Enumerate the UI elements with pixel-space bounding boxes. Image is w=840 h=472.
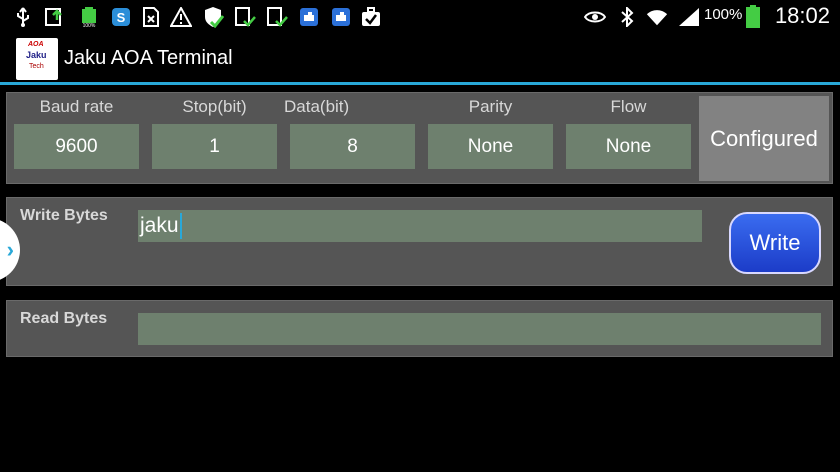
action-bar-divider [0, 82, 840, 85]
config-panel: Baud rate 9600 Stop(bit) 1 Data(bit) 8 P… [6, 92, 833, 184]
parity-field[interactable]: None [428, 124, 553, 169]
logo-text-aoa: AOA [28, 41, 44, 48]
baud-rate-field[interactable]: 9600 [14, 124, 139, 169]
text-cursor [179, 213, 182, 240]
battery-full-small-icon: 100% [78, 6, 100, 28]
clock: 18:02 [774, 3, 830, 28]
read-panel: Read Bytes [6, 300, 833, 357]
sim-card-icon [140, 6, 162, 28]
warning-icon [170, 6, 192, 28]
wifi-icon [646, 6, 668, 28]
baud-rate-label: Baud rate [39, 97, 114, 116]
write-bytes-label: Write Bytes [20, 207, 108, 224]
configured-button[interactable]: Configured [699, 96, 829, 181]
signal-icon [678, 6, 700, 28]
parity-label: Parity [468, 97, 513, 116]
chevron-right-icon: › [6, 237, 14, 262]
skype-icon: S [110, 6, 132, 28]
puzzle-icon [298, 6, 320, 28]
data-bit-label: Data(bit) [284, 97, 350, 116]
svg-text:100%: 100% [83, 23, 96, 28]
battery-percent: 100% [704, 6, 743, 23]
logo-text-tech: Tech [29, 63, 44, 70]
read-bytes-label: Read Bytes [20, 310, 108, 327]
read-bytes-output[interactable] [138, 313, 821, 345]
action-bar: AOA Jaku Tech Jaku AOA Terminal [0, 34, 840, 82]
app-title: Jaku AOA Terminal [64, 47, 233, 69]
write-button[interactable]: Write [729, 212, 821, 274]
stop-bit-field[interactable]: 1 [152, 124, 277, 169]
flow-label: Flow [610, 97, 647, 116]
bluetooth-icon [616, 6, 638, 28]
stop-bit-label: Stop(bit) [182, 97, 247, 116]
puzzle-icon [330, 6, 352, 28]
shield-check-icon [202, 6, 224, 28]
write-bytes-value: jaku [140, 214, 179, 237]
clipboard-check-icon [234, 6, 256, 28]
data-bit-field[interactable]: 8 [290, 124, 415, 169]
write-bytes-input[interactable]: jaku [138, 210, 702, 242]
battery-icon [742, 5, 764, 28]
clipboard-check-icon [266, 6, 288, 28]
eye-icon [584, 6, 606, 28]
app-logo[interactable]: AOA Jaku Tech [16, 38, 58, 80]
logo-text-jaku: Jaku [26, 50, 47, 60]
upload-icon [44, 6, 66, 28]
flow-field[interactable]: None [566, 124, 691, 169]
usb-icon [12, 6, 34, 28]
status-bar: 100% S 100% 18:02 [0, 0, 840, 34]
write-panel: Write Bytes jaku Write [6, 197, 833, 286]
svg-text:S: S [117, 10, 126, 25]
briefcase-check-icon [360, 6, 382, 28]
